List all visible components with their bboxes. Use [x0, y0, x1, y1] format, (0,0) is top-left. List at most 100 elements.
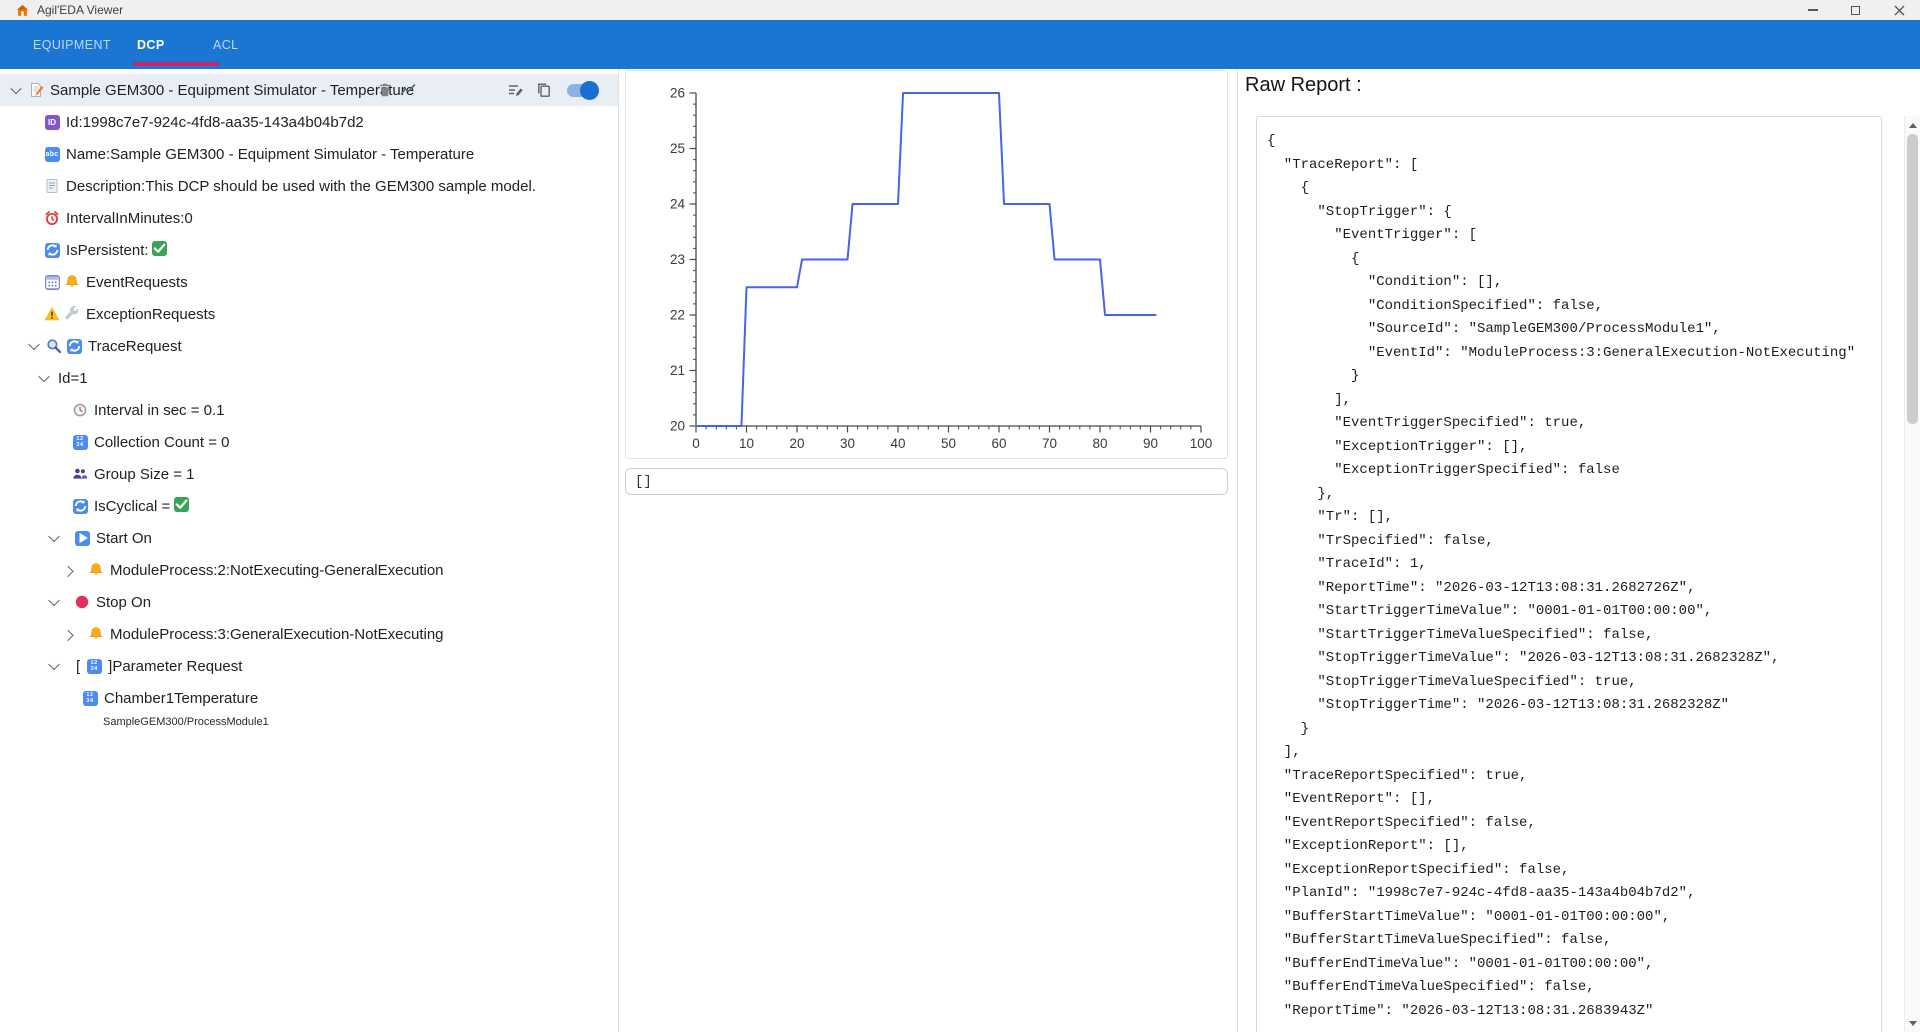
raw-report-title: Raw Report :: [1245, 74, 1362, 97]
json-line: "ConditionSpecified": false,: [1267, 295, 1871, 319]
numbers-badge-icon: 1234: [86, 658, 102, 674]
svg-text:23: 23: [670, 252, 685, 267]
edit-button[interactable]: [507, 74, 523, 106]
svg-text:90: 90: [1143, 436, 1158, 451]
json-line: "BufferEndTimeValueSpecified": false,: [1267, 976, 1871, 1000]
checked-badge: [152, 240, 168, 260]
tree-row-label: ModuleProcess:2:NotExecuting-GeneralExec…: [110, 562, 444, 579]
tree-row-modproc-17[interactable]: ModuleProcess:3:GeneralExecution-NotExec…: [0, 618, 618, 650]
tree-row-label: Stop On: [96, 594, 151, 611]
tree-row-leaf3-10[interactable]: Interval in sec = 0.1: [0, 394, 618, 426]
tree-row-label: Group Size = 1: [94, 466, 194, 483]
svg-text:100: 100: [1190, 436, 1213, 451]
json-line: "Condition": [],: [1267, 271, 1871, 295]
tree-row-prop-3[interactable]: Description:This DCP should be used with…: [0, 170, 618, 202]
close-button[interactable]: [1884, 0, 1914, 20]
copy-icon: [536, 82, 552, 98]
scrollbar-thumb[interactable]: [1907, 134, 1918, 424]
chevron-down-icon[interactable]: [46, 594, 62, 610]
numbers-badge-icon: 1234: [82, 690, 98, 706]
json-line: "StopTriggerTime": "2026-03-12T13:08:31.…: [1267, 694, 1871, 718]
tab-equipment[interactable]: EQUIPMENT: [33, 20, 111, 69]
chevron-down-icon[interactable]: [26, 338, 42, 354]
json-line: "ExceptionReport": [],: [1267, 835, 1871, 859]
json-line: "EventTrigger": [: [1267, 224, 1871, 248]
tree-row-label: ]Parameter Request: [108, 658, 242, 675]
delete-button[interactable]: [377, 74, 393, 106]
sync-badge-icon: [44, 242, 60, 258]
tree-row-prop-2[interactable]: abcName:Sample GEM300 - Equipment Simula…: [0, 138, 618, 170]
tree-row-id1-9[interactable]: Id=1: [0, 362, 618, 394]
tree-row-leaf3-11[interactable]: 1234Collection Count = 0: [0, 426, 618, 458]
json-line: ],: [1267, 389, 1871, 413]
clock-icon: [72, 402, 88, 418]
tree-row-branch3-18[interactable]: [1234]Parameter Request: [0, 650, 618, 682]
json-line: "StartTriggerTimeValueSpecified": false,: [1267, 624, 1871, 648]
chevron-down-icon[interactable]: [46, 530, 62, 546]
json-line: "TraceReport": [: [1267, 154, 1871, 178]
duplicate-button[interactable]: [536, 74, 552, 106]
json-line: "StopTriggerTimeValueSpecified": true,: [1267, 671, 1871, 695]
tree-row-label: Sample GEM300 - Equipment Simulator - Te…: [50, 82, 414, 99]
tree-row-prop-5[interactable]: IsPersistent:: [0, 234, 618, 266]
scroll-down-icon[interactable]: [1905, 1016, 1920, 1030]
alarm-clock-icon: [44, 210, 60, 226]
minimize-button[interactable]: [1798, 0, 1828, 20]
show-chart-button[interactable]: [400, 74, 416, 106]
wrench-icon: [64, 306, 80, 322]
chevron-down-icon[interactable]: [8, 82, 24, 98]
json-line: }: [1267, 365, 1871, 389]
right-scrollbar[interactable]: [1904, 116, 1920, 1032]
panel-divider-right: [1237, 69, 1238, 1032]
chevron-down-icon[interactable]: [36, 370, 52, 386]
tree-row-branch3-14[interactable]: Start On: [0, 522, 618, 554]
json-line: "Tr": [],: [1267, 506, 1871, 530]
json-line: "StartTriggerTimeValue": "0001-01-01T00:…: [1267, 600, 1871, 624]
tree-row-prop-1[interactable]: IDId:1998c7e7-924c-4fd8-aa35-143a4b04b7d…: [0, 106, 618, 138]
trace-data-field[interactable]: []: [625, 468, 1228, 495]
tree-row-prop-4[interactable]: IntervalInMinutes:0: [0, 202, 618, 234]
id-badge-icon: ID: [44, 114, 60, 130]
tab-acl[interactable]: ACL: [213, 20, 239, 69]
chevron-down-icon[interactable]: [46, 658, 62, 674]
tree-row-label: Description:This DCP should be used with…: [66, 178, 536, 195]
chevron-right-icon[interactable]: [60, 562, 76, 578]
json-line: "EventReport": [],: [1267, 788, 1871, 812]
json-line: "StopTrigger": {: [1267, 201, 1871, 225]
temperature-step-chart: 202122232425260102030405060708090100: [626, 71, 1227, 458]
chevron-right-icon[interactable]: [60, 626, 76, 642]
maximize-button[interactable]: [1840, 0, 1870, 20]
svg-text:80: 80: [1092, 436, 1107, 451]
json-line: {: [1267, 130, 1871, 154]
tree-row-branch3-16[interactable]: Stop On: [0, 586, 618, 618]
tree-row-prop-6[interactable]: EventRequests: [0, 266, 618, 298]
svg-text:22: 22: [670, 308, 685, 323]
tree-row-label: IsPersistent:: [66, 242, 149, 259]
tree-row-leaf3-12[interactable]: Group Size = 1: [0, 458, 618, 490]
tree-row-prop-7[interactable]: ExceptionRequests: [0, 298, 618, 330]
tree-row-label: IntervalInMinutes:0: [66, 210, 193, 227]
bell-icon: [88, 562, 104, 578]
tree-row-tracereq-8[interactable]: TraceRequest: [0, 330, 618, 362]
tree-row-leaf3-13[interactable]: IsCyclical =: [0, 490, 618, 522]
tree-row-chamber-19[interactable]: 1234Chamber1TemperatureSampleGEM300/Proc…: [0, 682, 618, 738]
json-line: "BufferEndTimeValue": "0001-01-01T00:00:…: [1267, 953, 1871, 977]
tree-row-root-0[interactable]: Sample GEM300 - Equipment Simulator - Te…: [0, 74, 618, 106]
check-badge-icon: [173, 496, 189, 512]
tree-row-label: Chamber1Temperature: [104, 690, 258, 707]
svg-text:20: 20: [670, 419, 685, 434]
svg-text:0: 0: [692, 436, 700, 451]
tree-row-modproc-15[interactable]: ModuleProcess:2:NotExecuting-GeneralExec…: [0, 554, 618, 586]
svg-text:10: 10: [739, 436, 754, 451]
scroll-up-icon[interactable]: [1905, 118, 1920, 132]
enabled-toggle[interactable]: [567, 74, 597, 106]
tree-row-label: Interval in sec = 0.1: [94, 402, 225, 419]
app-logo-icon: [16, 4, 29, 17]
json-line: "TrSpecified": false,: [1267, 530, 1871, 554]
svg-text:50: 50: [941, 436, 956, 451]
check-badge-icon: [152, 240, 168, 256]
sync-badge-icon: [72, 498, 88, 514]
svg-text:21: 21: [670, 363, 685, 378]
svg-text:60: 60: [991, 436, 1006, 451]
play-badge-icon: [74, 530, 90, 546]
